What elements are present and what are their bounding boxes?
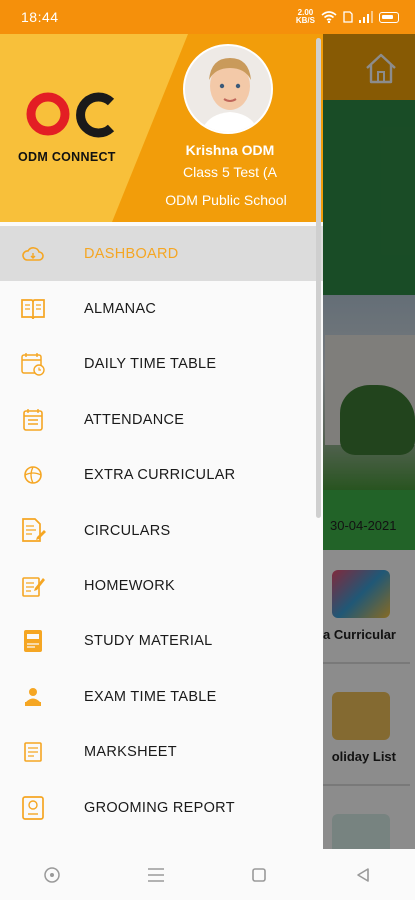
back-button[interactable] <box>343 855 383 895</box>
drawer-menu: DASHBOARD ALMANAC DAILY TIME TABLE ATTEN… <box>0 226 323 835</box>
student-photo-icon <box>185 46 271 132</box>
calendar-icon <box>20 407 46 433</box>
logo-text: ODM CONNECT <box>18 150 116 164</box>
wifi-icon <box>321 11 337 23</box>
calendar-clock-icon <box>20 351 46 377</box>
network-speed: 2.00 KB/S <box>295 8 315 25</box>
user-school: ODM Public School <box>165 192 287 208</box>
status-time: 18:44 <box>21 9 59 25</box>
menu-item-circulars[interactable]: CIRCULARS <box>0 503 323 558</box>
cloud-icon <box>20 241 46 267</box>
menu-item-grooming-report[interactable]: GROOMING REPORT <box>0 780 323 835</box>
menu-button[interactable] <box>136 855 176 895</box>
square-icon <box>252 867 267 882</box>
battery-icon <box>379 11 399 23</box>
menu-item-dashboard[interactable]: DASHBOARD <box>0 226 323 282</box>
menu-item-attendance[interactable]: ATTENDANCE <box>0 392 323 447</box>
student-desk-icon <box>20 684 46 710</box>
avatar[interactable] <box>183 44 273 134</box>
menu-item-homework[interactable]: HOMEWORK <box>0 558 323 613</box>
system-nav-bar <box>0 849 415 900</box>
notepad-pencil-icon <box>20 573 46 599</box>
user-name: Krishna ODM <box>185 142 275 158</box>
menu-item-exam-time-table[interactable]: EXAM TIME TABLE <box>0 669 323 724</box>
menu-item-marksheet[interactable]: MARKSHEET <box>0 725 323 780</box>
navigation-drawer: ODM CONNECT Krishna ODM Class 5 Test (A … <box>0 34 323 849</box>
signal-icon <box>359 11 373 23</box>
back-triangle-icon <box>357 867 369 882</box>
circle-dot-icon <box>44 866 60 883</box>
book-icon <box>20 296 46 322</box>
study-book-icon <box>20 628 46 654</box>
sheet-icon <box>20 739 46 765</box>
report-badge-icon <box>20 795 46 821</box>
drawer-scrollbar[interactable] <box>316 38 321 518</box>
menu-item-study-material[interactable]: STUDY MATERIAL <box>0 614 323 669</box>
sim-icon <box>343 11 353 23</box>
user-class: Class 5 Test (A <box>183 164 277 180</box>
menu-item-almanac[interactable]: ALMANAC <box>0 281 323 336</box>
drawer-header: ODM CONNECT Krishna ODM Class 5 Test (A … <box>0 34 323 222</box>
home-button[interactable] <box>239 855 279 895</box>
ball-icon <box>20 462 46 488</box>
menu-item-daily-time-table[interactable]: DAILY TIME TABLE <box>0 337 323 392</box>
menu-item-extra-curricular[interactable]: EXTRA CURRICULAR <box>0 448 323 503</box>
assistant-button[interactable] <box>32 855 72 895</box>
status-bar: 18:44 2.00 KB/S <box>0 0 415 34</box>
hamburger-icon <box>147 867 164 882</box>
status-icons: 2.00 KB/S <box>296 9 399 25</box>
document-pen-icon <box>20 517 46 544</box>
